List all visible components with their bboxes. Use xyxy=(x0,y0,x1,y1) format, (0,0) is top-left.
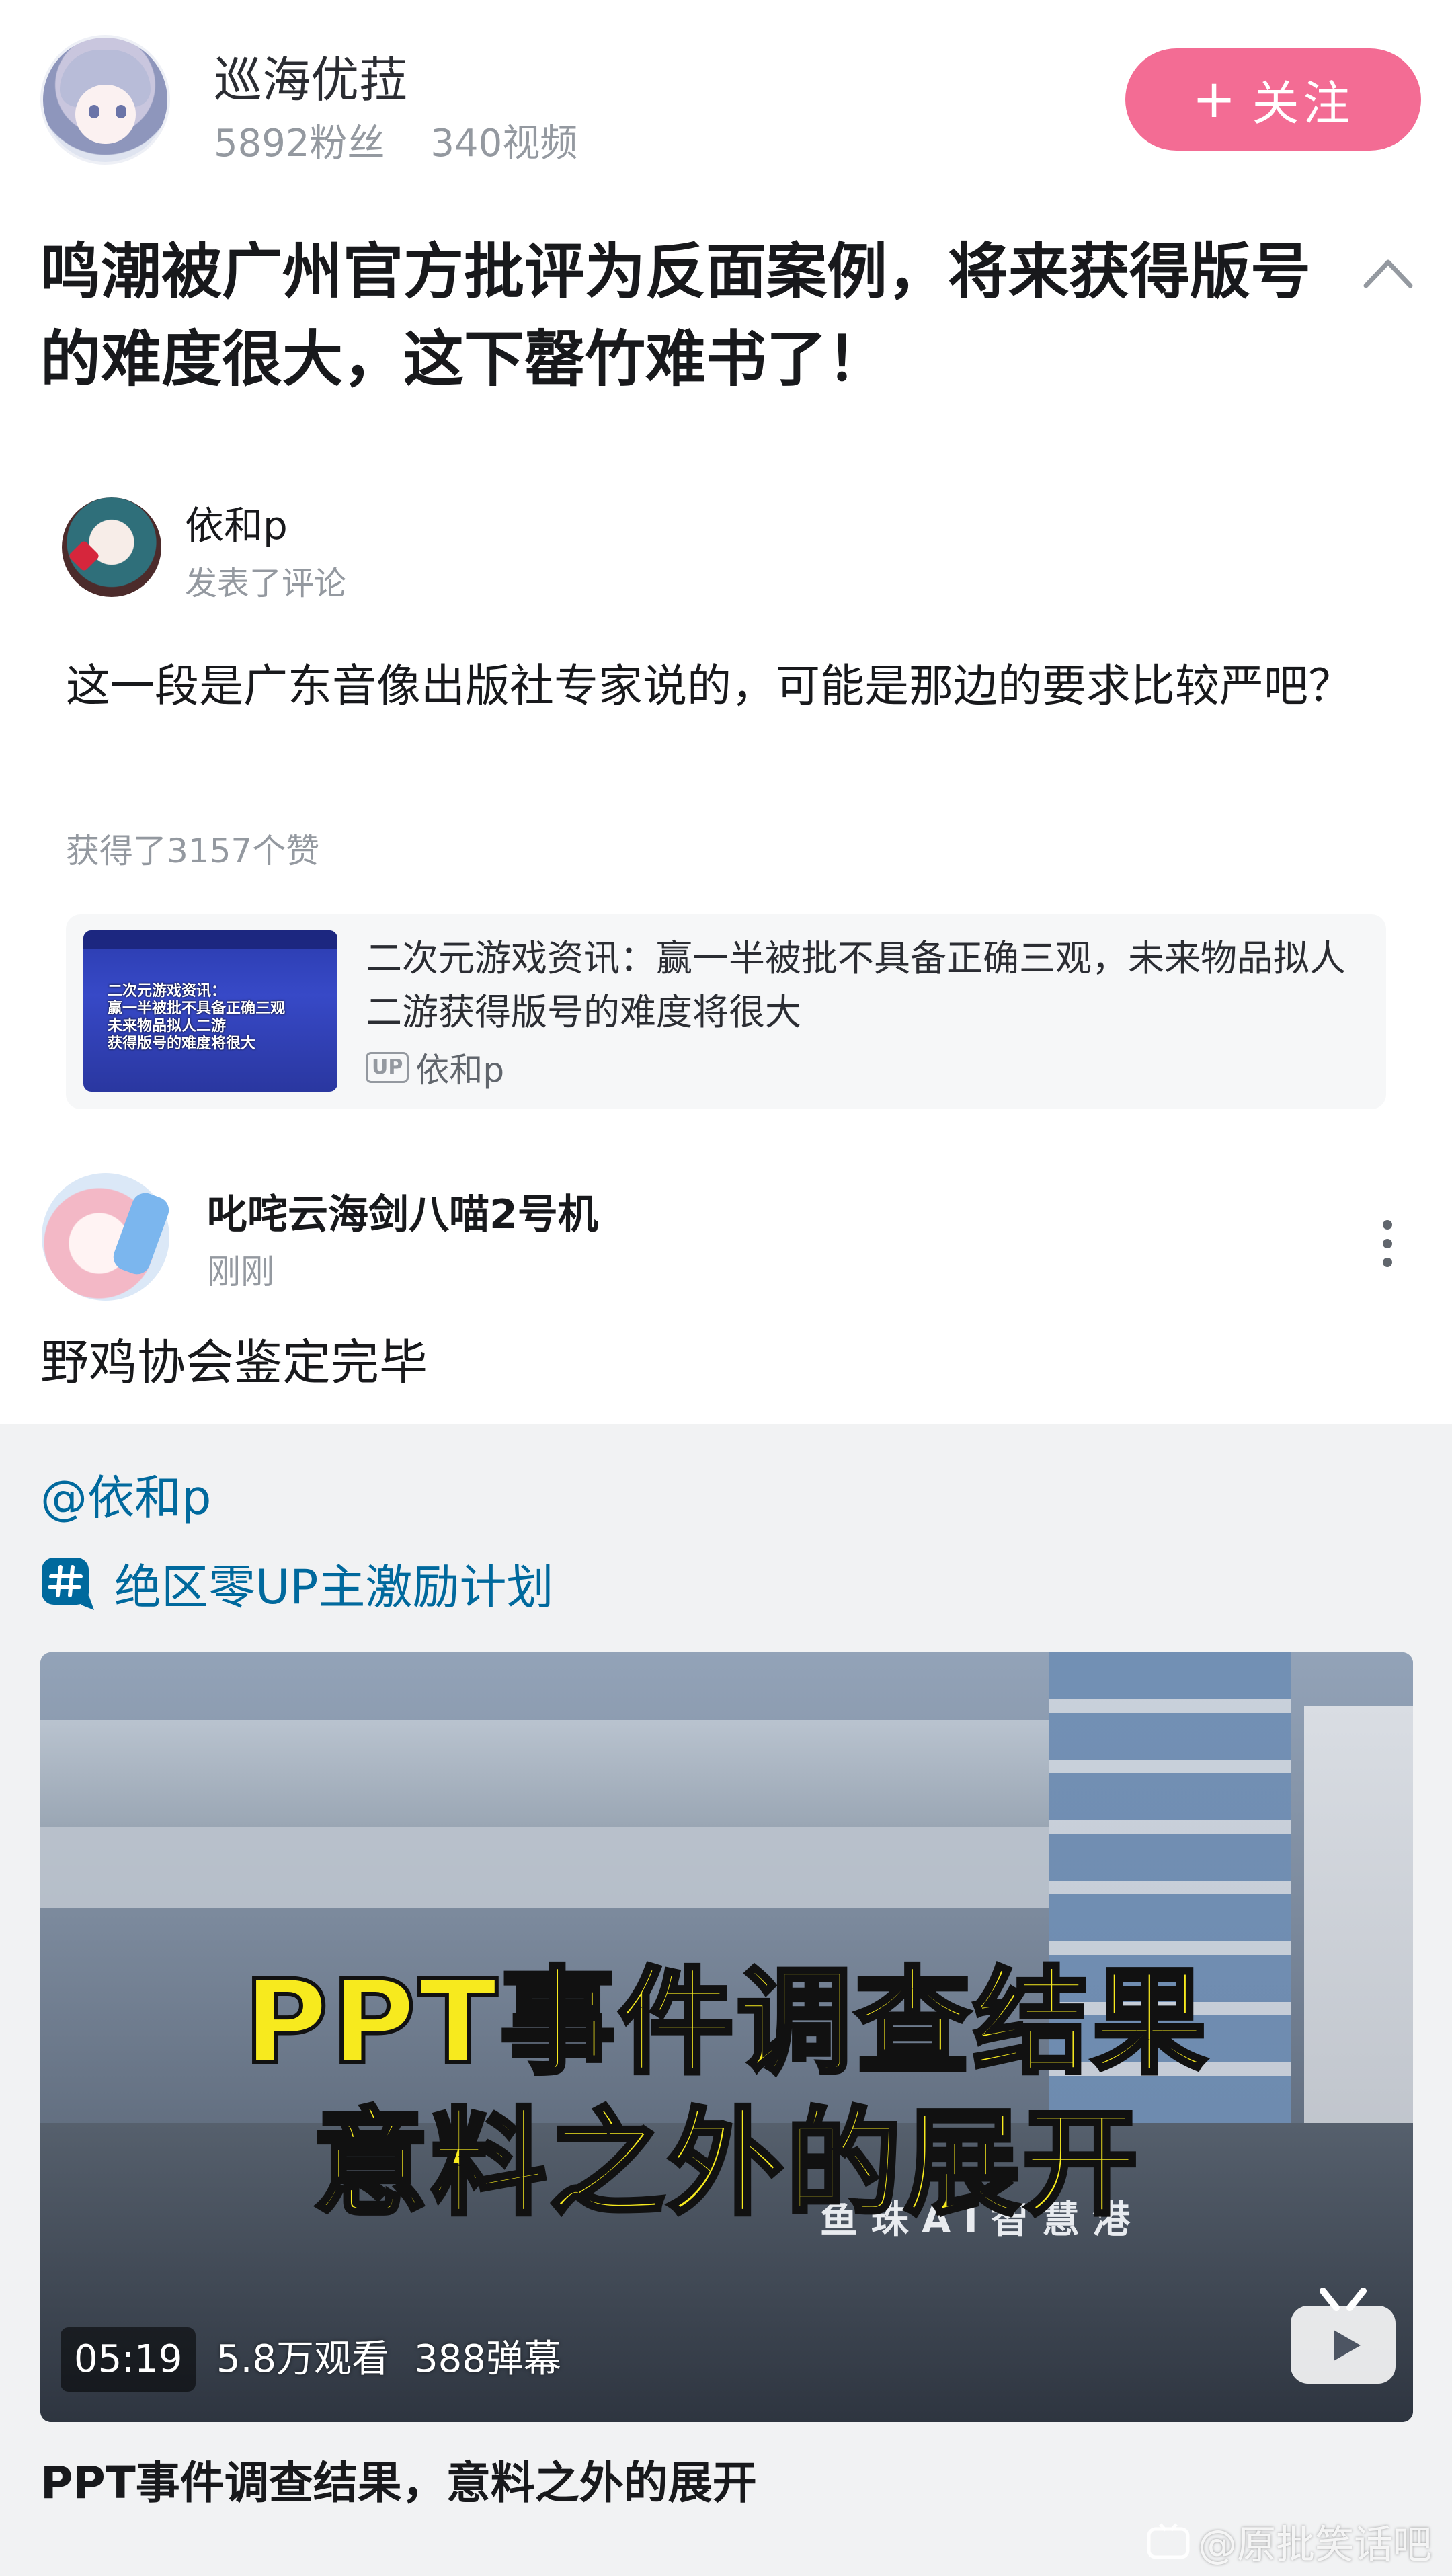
up-name: 依和p xyxy=(415,1051,505,1090)
replier-avatar[interactable] xyxy=(42,1173,173,1301)
tieba-logo-icon xyxy=(1147,2523,1190,2559)
more-vertical-icon[interactable] xyxy=(1379,1218,1396,1269)
commenter-avatar[interactable] xyxy=(62,497,161,597)
topic-label: 绝区零UP主激励计划 xyxy=(114,1560,554,1615)
uploader-stats: 5892粉丝 340视频 xyxy=(214,113,611,167)
replier-name[interactable]: 叱咤云海剑八喵2号机 xyxy=(207,1182,598,1240)
topic-link[interactable]: 绝区零UP主激励计划 xyxy=(40,1549,553,1617)
hashtag-icon xyxy=(42,1557,94,1610)
watermark: @原批笑话吧 xyxy=(1147,2513,1432,2569)
commenter-name[interactable]: 依和p xyxy=(185,494,288,551)
bilibili-tv-icon xyxy=(1291,2288,1396,2384)
follow-label: 关注 xyxy=(1252,75,1355,131)
post-title: 鸣潮被广州官方批评为反面案例，将来获得版号的难度很大，这下罄竹难书了！ xyxy=(40,237,1311,395)
video-views: 5.8万观看 xyxy=(216,2337,390,2381)
thumb-line: 未来物品拟人二游 xyxy=(108,1018,227,1035)
mention-link[interactable]: @依和p xyxy=(40,1460,211,1528)
uploader-avatar[interactable] xyxy=(40,35,170,165)
thumbnail-topbar xyxy=(83,930,337,949)
linked-video-title: 二次元游戏资讯：赢一半被批不具备正确三观，未来物品拟人二游获得版号的难度将很大 xyxy=(366,937,1346,1033)
plus-icon: + xyxy=(1192,69,1240,130)
comment-likes: 获得了3157个赞 xyxy=(66,832,320,871)
watermark-text: @原批笑话吧 xyxy=(1198,2522,1433,2567)
comment-text: 这一段是广东音像出版社专家说的，可能是那边的要求比较严吧？ xyxy=(66,660,1353,712)
thumb-line: 二次元游戏资讯： xyxy=(108,983,227,1000)
linked-video-uploader: UP 依和p xyxy=(366,1043,504,1092)
comment-action: 发表了评论 xyxy=(185,565,347,602)
thumb-line: 赢一半被批不具备正确三观 xyxy=(108,1000,286,1017)
video-count: 340视频 xyxy=(430,122,578,165)
follow-button[interactable]: + 关注 xyxy=(1125,48,1421,151)
up-badge-icon: UP xyxy=(366,1052,409,1083)
reply-text: 野鸡协会鉴定完毕 xyxy=(40,1334,428,1391)
video-thumbnail[interactable]: 鱼 珠 A I 智 慧 港 PPT事件调查结果 意料之外的展开 05:19 5.… xyxy=(40,1652,1413,2422)
video-title[interactable]: PPT事件调查结果，意料之外的展开 xyxy=(40,2447,757,2511)
reply-time: 刚刚 xyxy=(207,1252,274,1291)
thumb-line: 获得版号的难度将很大 xyxy=(108,1035,256,1052)
chevron-up-icon[interactable] xyxy=(1358,249,1418,296)
video-danmaku-count: 388弹幕 xyxy=(414,2337,561,2381)
video-duration: 05:19 xyxy=(61,2327,196,2392)
fans-count: 5892粉丝 xyxy=(214,122,385,165)
linked-video-thumbnail: 二次元游戏资讯： 赢一半被批不具备正确三观 未来物品拟人二游 获得版号的难度将很… xyxy=(83,930,337,1092)
linked-video-card[interactable]: 二次元游戏资讯： 赢一半被批不具备正确三观 未来物品拟人二游 获得版号的难度将很… xyxy=(66,914,1386,1109)
thumbnail-caption-line2: 意料之外的展开 xyxy=(311,2094,1141,2233)
uploader-name[interactable]: 巡海优菈 xyxy=(214,40,407,111)
